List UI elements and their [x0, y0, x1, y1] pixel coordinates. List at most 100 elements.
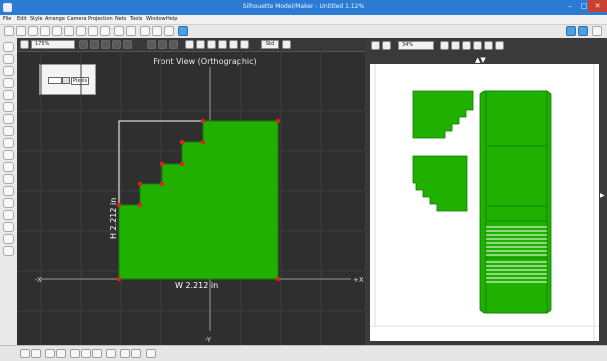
cylinder-tool-icon[interactable] [3, 234, 14, 244]
single-view-icon[interactable] [578, 26, 588, 36]
polygon-tool-icon[interactable] [3, 102, 14, 112]
net-strip[interactable] [479, 90, 552, 314]
open-file-icon[interactable] [16, 26, 26, 36]
delete-layer-icon[interactable] [92, 349, 102, 358]
menu-camera[interactable]: Camera [67, 16, 87, 22]
menu-help[interactable]: Help [166, 16, 177, 22]
menu-nets[interactable]: Nets [115, 16, 126, 22]
rotate-tool-icon[interactable] [3, 66, 14, 76]
lock-icon[interactable] [81, 349, 91, 358]
pan-view-icon[interactable] [185, 40, 194, 49]
stair-shape[interactable] [118, 120, 279, 280]
net-panel-menu-icon[interactable] [371, 41, 380, 50]
save-icon[interactable] [28, 26, 38, 36]
view-mode-icon[interactable] [178, 26, 188, 36]
select-tool-icon[interactable] [3, 42, 14, 52]
vertex[interactable] [159, 181, 165, 187]
vertex[interactable] [200, 139, 206, 145]
viewport-menu-icon[interactable] [20, 40, 29, 49]
net-piece-top[interactable] [412, 90, 474, 139]
net-pan-icon[interactable] [440, 41, 449, 50]
zoom-status-out-icon[interactable] [56, 349, 66, 358]
view-top-icon[interactable] [147, 40, 156, 49]
cut-icon[interactable] [64, 26, 74, 36]
layer-add-icon[interactable] [31, 349, 41, 358]
front-view-canvas[interactable]: -X +X -Y 0 W 2.212 in H 2.212 in [17, 51, 365, 345]
align-tool-icon[interactable] [3, 174, 14, 184]
net-zoom-select[interactable]: 34% [398, 41, 434, 50]
vertex[interactable] [179, 139, 185, 145]
front-view-viewport[interactable]: 175% Std Front View (Orthographic) Pixel… [17, 38, 365, 345]
vertex[interactable] [275, 118, 281, 124]
properties-icon[interactable] [120, 349, 130, 358]
copy-icon[interactable] [76, 26, 86, 36]
menu-projection[interactable]: Projection [88, 16, 113, 22]
save-as-icon[interactable] [40, 26, 50, 36]
net-piece-bottom[interactable] [412, 155, 468, 212]
net-zoom-out-icon[interactable] [462, 41, 471, 50]
net-settings-icon[interactable] [382, 41, 391, 50]
settings-status-icon[interactable] [146, 349, 156, 358]
menu-file[interactable]: File [3, 16, 11, 22]
vertex[interactable] [116, 276, 122, 282]
view-options-icon[interactable] [282, 40, 291, 49]
color-picker-icon[interactable] [3, 246, 14, 256]
viewport-zoom-select[interactable]: 175% [31, 40, 75, 49]
panel-collapse-arrow-icon[interactable]: ▶ [600, 192, 605, 199]
move-tool-icon[interactable] [3, 54, 14, 64]
snap-face-icon[interactable] [123, 40, 132, 49]
view-side-icon[interactable] [158, 40, 167, 49]
net-zoom-in-icon[interactable] [451, 41, 460, 50]
scale-tool-icon[interactable] [3, 78, 14, 88]
vertex[interactable] [200, 118, 206, 124]
zoom-view-in-icon[interactable] [196, 40, 205, 49]
snap-edge-icon[interactable] [112, 40, 121, 49]
zoom-status-in-icon[interactable] [45, 349, 55, 358]
undo-icon[interactable] [114, 26, 124, 36]
delete-icon[interactable] [100, 26, 110, 36]
line-tool-icon[interactable] [3, 114, 14, 124]
zoom-in-icon[interactable] [140, 26, 150, 36]
menu-edit[interactable]: Edit [17, 16, 27, 22]
zoom-out-icon[interactable] [152, 26, 162, 36]
lathe-tool-icon[interactable] [3, 150, 14, 160]
ungroup-tool-icon[interactable] [3, 210, 14, 220]
reset-view-icon[interactable] [240, 40, 249, 49]
circle-tool-icon[interactable] [3, 90, 14, 100]
net-page-icon[interactable] [484, 41, 493, 50]
net-canvas[interactable] [370, 64, 599, 341]
snap-grid-icon[interactable] [90, 40, 99, 49]
new-file-icon[interactable] [4, 26, 14, 36]
scroll-up-arrows-icon[interactable]: ▲▼ [475, 56, 486, 64]
vertex[interactable] [137, 181, 143, 187]
vertex[interactable] [159, 161, 165, 167]
zoom-view-out-icon[interactable] [207, 40, 216, 49]
info-icon[interactable] [131, 349, 141, 358]
menu-window[interactable]: Window [146, 16, 166, 22]
point-tool-icon[interactable] [3, 126, 14, 136]
snap-point-icon[interactable] [101, 40, 110, 49]
grid-toggle-icon[interactable] [79, 40, 88, 49]
zoom-fit-icon[interactable] [164, 26, 174, 36]
group-tool-icon[interactable] [3, 198, 14, 208]
vertex[interactable] [137, 202, 143, 208]
net-grid-icon[interactable] [495, 41, 504, 50]
extrude-tool-icon[interactable] [3, 138, 14, 148]
view-iso-icon[interactable] [169, 40, 178, 49]
standard-view-button[interactable]: Std [261, 40, 279, 49]
distribute-tool-icon[interactable] [3, 186, 14, 196]
menu-tools[interactable]: Tools [130, 16, 142, 22]
panel-layout-icon[interactable] [592, 26, 602, 36]
redo-icon[interactable] [126, 26, 136, 36]
vertex[interactable] [179, 161, 185, 167]
vertex[interactable] [275, 276, 281, 282]
hide-icon[interactable] [70, 349, 80, 358]
net-zoom-fit-icon[interactable] [473, 41, 482, 50]
net-page[interactable] [370, 64, 599, 341]
print-icon[interactable] [52, 26, 62, 36]
orbit-view-icon[interactable] [229, 40, 238, 49]
zoom-extents-icon[interactable] [218, 40, 227, 49]
paste-icon[interactable] [88, 26, 98, 36]
menu-arrange[interactable]: Arrange [45, 16, 65, 22]
close-button[interactable]: ✕ [588, 0, 607, 12]
